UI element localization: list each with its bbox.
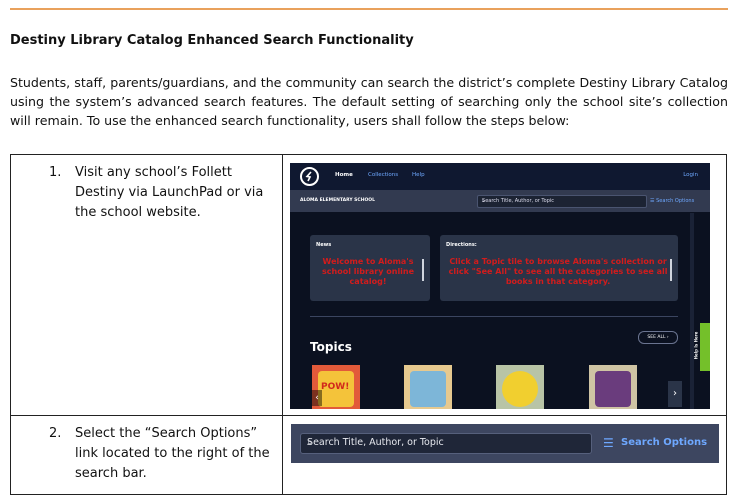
directions-label: Directions: bbox=[446, 242, 477, 248]
step-1: 1. Visit any school’s Follett Destiny vi… bbox=[11, 155, 282, 223]
step-1-number: 1. bbox=[49, 165, 62, 180]
directions-scrollbar[interactable] bbox=[670, 259, 673, 281]
nav-home-link[interactable]: Home bbox=[335, 172, 353, 178]
section-divider bbox=[310, 316, 679, 317]
step-1-text: Visit any school’s Follett Destiny via L… bbox=[75, 165, 264, 220]
topic-tile-3[interactable] bbox=[496, 365, 545, 409]
news-label: News bbox=[316, 242, 332, 248]
topics-heading: Topics bbox=[310, 340, 352, 354]
steps-table: 1. Visit any school’s Follett Destiny vi… bbox=[9, 154, 727, 495]
help-tab-label: Help Is Here bbox=[693, 331, 699, 360]
ghost-icon bbox=[595, 371, 632, 407]
nav-login-link[interactable]: Login bbox=[683, 172, 698, 178]
top-rule bbox=[10, 8, 728, 10]
destiny-sub-bar: ALOMA ELEMENTARY SCHOOL Search Title, Au… bbox=[290, 190, 711, 212]
step-2-text: Select the “Search Options” link located… bbox=[75, 426, 270, 481]
nav-collections-link[interactable]: Collections bbox=[368, 172, 398, 178]
search-input[interactable]: Search Title, Author, or Topic ⌕ bbox=[300, 433, 593, 454]
step-row-2: 2. Select the “Search Options” link loca… bbox=[9, 415, 727, 495]
step-row-1: 1. Visit any school’s Follett Destiny vi… bbox=[9, 154, 727, 416]
help-tab[interactable]: Help Is Here bbox=[693, 323, 711, 371]
page-scrollbar[interactable] bbox=[690, 213, 695, 409]
step-2-image-cell: Search Title, Author, or Topic ⌕ ☰ Searc… bbox=[282, 415, 727, 495]
nav-help-link[interactable]: Help bbox=[412, 172, 425, 178]
thumb-pow-label: POW! bbox=[321, 382, 350, 392]
step-1-text-cell: 1. Visit any school’s Follett Destiny vi… bbox=[9, 154, 284, 416]
intro-text: Students, staff, parents/guardians, and … bbox=[10, 75, 728, 128]
directions-text: Click a Topic tile to browse Aloma's col… bbox=[448, 257, 668, 286]
search-options-link[interactable]: Search Options bbox=[621, 437, 707, 448]
topic-tile-2[interactable] bbox=[404, 365, 453, 409]
page-heading: Destiny Library Catalog Enhanced Search … bbox=[10, 33, 414, 48]
search-bar-screenshot: Search Title, Author, or Topic ⌕ ☰ Searc… bbox=[291, 424, 720, 463]
news-text: Welcome to Aloma's school library online… bbox=[322, 257, 415, 286]
step-2: 2. Select the “Search Options” link loca… bbox=[11, 416, 282, 484]
follett-logo-icon[interactable] bbox=[300, 167, 320, 186]
search-icon[interactable]: ⌕ bbox=[307, 437, 584, 448]
carousel-next-icon[interactable]: › bbox=[668, 381, 683, 407]
intro-paragraph: Students, staff, parents/guardians, and … bbox=[10, 73, 728, 130]
laughing-emoji-icon bbox=[502, 371, 539, 407]
see-all-button[interactable]: SEE ALL › bbox=[638, 331, 679, 344]
mini-search-options-link[interactable]: ☰ Search Options bbox=[650, 198, 694, 204]
news-card: News Welcome to Aloma's school library o… bbox=[310, 235, 431, 301]
topic-tile-4[interactable] bbox=[589, 365, 638, 409]
mini-search-options-label: Search Options bbox=[656, 198, 695, 204]
school-name: ALOMA ELEMENTARY SCHOOL bbox=[300, 198, 375, 203]
destiny-nav-bar: Home Collections Help Login bbox=[290, 163, 711, 190]
castle-icon bbox=[410, 371, 447, 407]
step-2-text-cell: 2. Select the “Search Options” link loca… bbox=[9, 415, 284, 495]
directions-card: Directions: Click a Topic tile to browse… bbox=[440, 235, 679, 301]
see-all-label: SEE ALL bbox=[647, 335, 666, 340]
step-2-number: 2. bbox=[49, 426, 62, 441]
news-scrollbar[interactable] bbox=[422, 259, 425, 281]
logo-glyph-icon bbox=[305, 171, 312, 182]
pow-comic-icon: POW! bbox=[318, 371, 355, 407]
search-icon[interactable]: ⌕ bbox=[482, 198, 642, 204]
carousel-prev-icon[interactable]: ‹ bbox=[312, 390, 323, 406]
mini-search-input[interactable]: Search Title, Author, or Topic ⌕ bbox=[477, 195, 648, 208]
sliders-icon[interactable]: ☰ bbox=[603, 436, 614, 450]
step-1-image-cell: Home Collections Help Login ALOMA ELEMEN… bbox=[282, 154, 727, 416]
destiny-homepage-screenshot: Home Collections Help Login ALOMA ELEMEN… bbox=[290, 163, 711, 409]
